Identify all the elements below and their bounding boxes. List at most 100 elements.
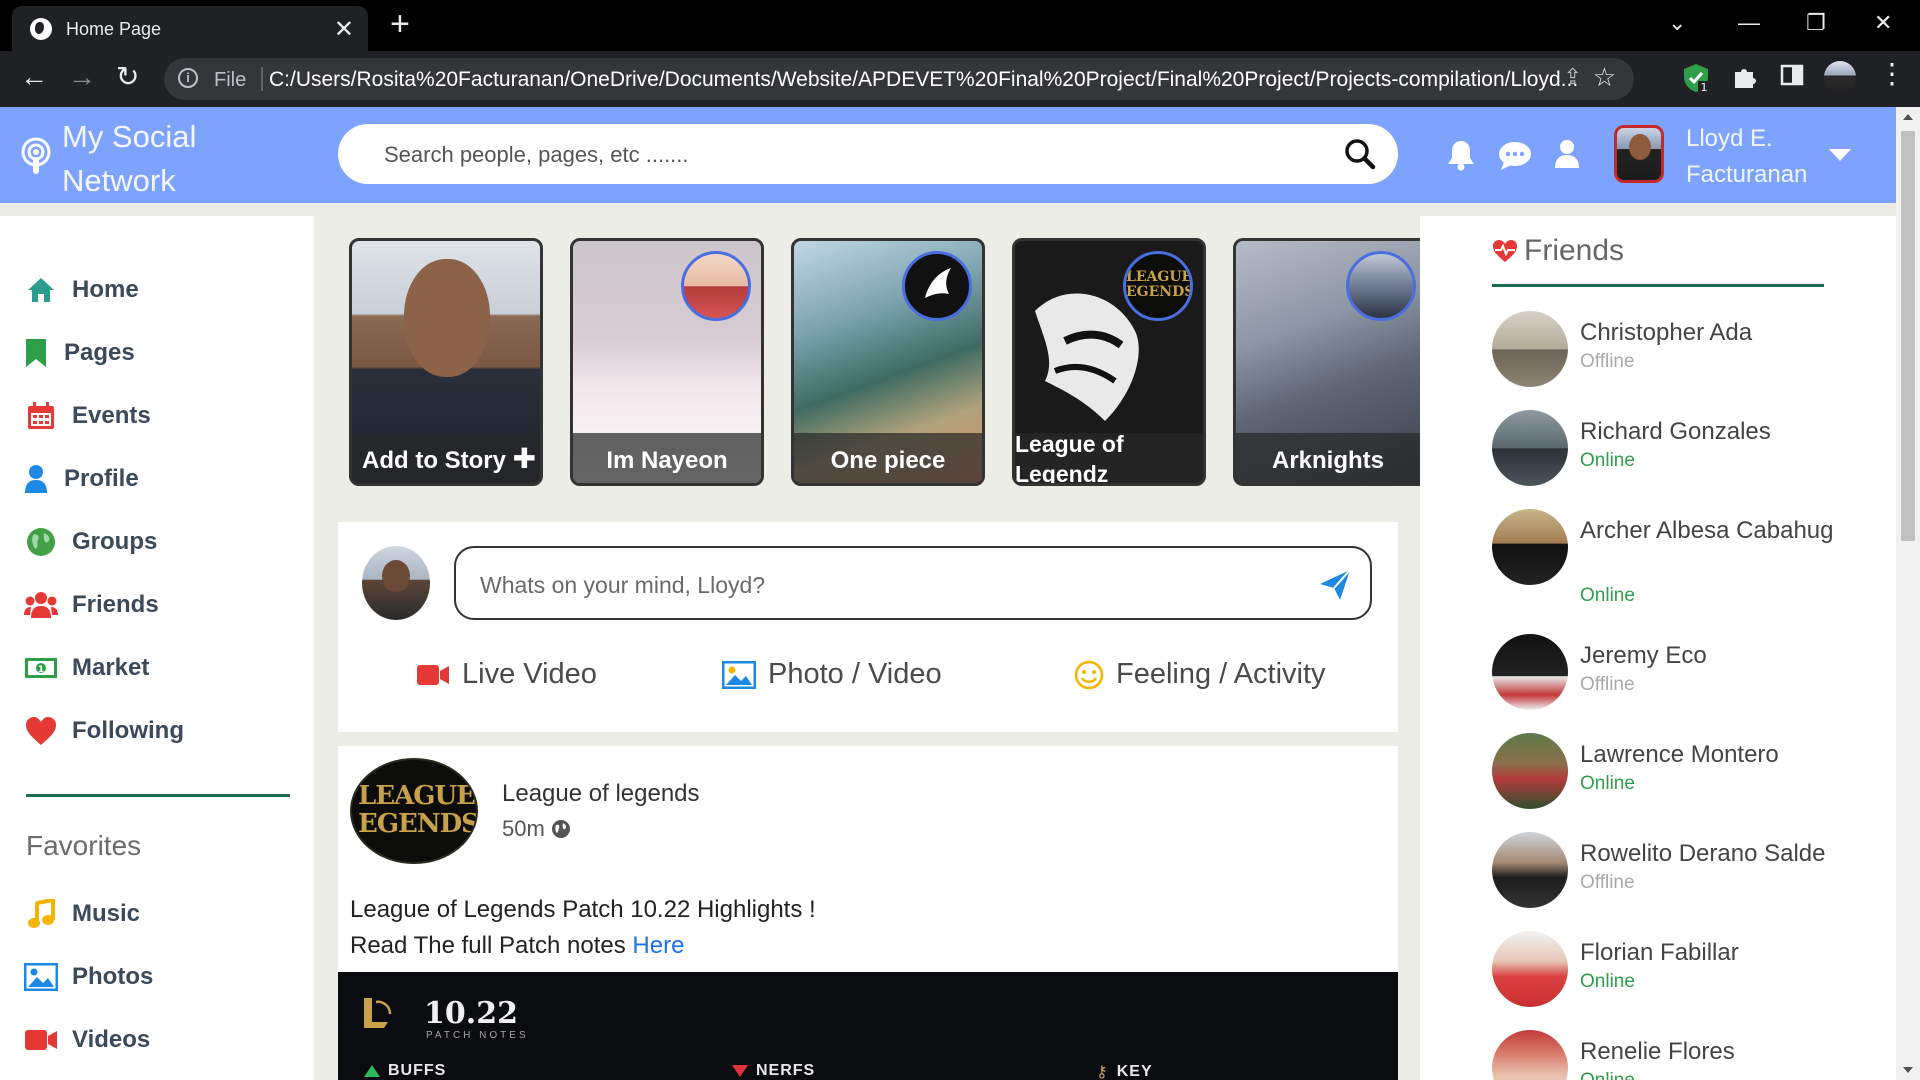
photo-video-button[interactable]: Photo / Video bbox=[722, 658, 942, 691]
site-header: My Social Network Search people, pages, … bbox=[0, 107, 1896, 203]
friends-title-text: Friends bbox=[1524, 234, 1625, 267]
extensions-puzzle-icon[interactable] bbox=[1732, 63, 1758, 94]
friends-divider bbox=[1492, 284, 1824, 287]
story-one-piece[interactable]: One piece bbox=[791, 238, 985, 486]
tab-search-icon[interactable]: ⌄ bbox=[1668, 10, 1686, 36]
side-panel-icon[interactable] bbox=[1780, 63, 1804, 92]
scrollbar-thumb[interactable] bbox=[1901, 131, 1915, 541]
brand-name[interactable]: My Social Network bbox=[62, 115, 222, 203]
send-icon[interactable] bbox=[1318, 568, 1352, 607]
page-scrollbar[interactable] bbox=[1896, 107, 1920, 1080]
post-author-avatar[interactable]: LEAGUE EGENDS bbox=[350, 758, 478, 864]
photo-video-label: Photo / Video bbox=[768, 658, 942, 690]
search-bar[interactable]: Search people, pages, etc ....... bbox=[338, 124, 1398, 184]
patch-subtitle: PATCH NOTES bbox=[426, 1030, 529, 1041]
minimize-icon[interactable]: — bbox=[1738, 10, 1760, 36]
sidebar-item-label: Pages bbox=[64, 339, 135, 366]
live-video-button[interactable]: Live Video bbox=[416, 658, 597, 691]
sidebar-item-events[interactable]: Events bbox=[24, 396, 151, 436]
share-icon[interactable]: ⇪ bbox=[1564, 64, 1582, 90]
public-globe-icon bbox=[551, 819, 571, 839]
post-body: League of Legends Patch 10.22 Highlights… bbox=[350, 892, 816, 964]
friend-avatar bbox=[1492, 509, 1568, 585]
feeling-activity-button[interactable]: Feeling / Activity bbox=[1074, 658, 1326, 691]
restore-icon[interactable]: ❐ bbox=[1806, 10, 1826, 36]
user-icon[interactable] bbox=[1554, 139, 1580, 174]
patch-notes-banner[interactable]: 10.22 PATCH NOTES BUFFS NERFS ⚷ KEY bbox=[338, 972, 1398, 1080]
new-tab-icon[interactable]: + bbox=[390, 6, 410, 42]
sidebar-item-videos[interactable]: Videos bbox=[24, 1020, 150, 1060]
story-label: League of Legendz bbox=[1015, 431, 1124, 486]
friend-name: Renelie Flores bbox=[1580, 1038, 1735, 1065]
sidebar-item-pages[interactable]: Pages bbox=[24, 333, 135, 373]
story-label: One piece bbox=[830, 447, 946, 474]
video-camera-icon bbox=[416, 663, 450, 687]
friend-name: Jeremy Eco bbox=[1580, 642, 1707, 669]
story-league[interactable]: LEAGUE EGENDS League of Legendz bbox=[1012, 238, 1206, 486]
friend-status: Offline bbox=[1580, 872, 1635, 893]
search-input[interactable]: Search people, pages, etc ....... bbox=[384, 142, 689, 168]
post-text-line2: Read The full Patch notes Here bbox=[350, 932, 685, 959]
user-avatar[interactable] bbox=[1614, 125, 1664, 183]
friends-title: Friends bbox=[1492, 234, 1624, 268]
story-avatar bbox=[681, 251, 751, 321]
address-separator bbox=[261, 67, 263, 91]
sidebar-item-market[interactable]: 1 Market bbox=[24, 648, 149, 688]
heartbeat-icon bbox=[1492, 239, 1518, 263]
search-icon[interactable] bbox=[1344, 138, 1376, 170]
status-input[interactable]: Whats on your mind, Lloyd? bbox=[454, 546, 1372, 620]
friend-avatar bbox=[1492, 410, 1568, 486]
sidebar-item-friends[interactable]: Friends bbox=[24, 585, 159, 625]
image-icon bbox=[722, 660, 756, 689]
browser-tab[interactable]: Home Page ✕ bbox=[12, 6, 368, 51]
story-avatar: LEAGUE EGENDS bbox=[1123, 251, 1193, 321]
user-name[interactable]: Lloyd E. Facturanan bbox=[1686, 121, 1826, 193]
friend-name: Florian Fabillar bbox=[1580, 939, 1739, 966]
smile-icon bbox=[1074, 660, 1104, 690]
scroll-down-icon[interactable] bbox=[1903, 1067, 1913, 1073]
reload-icon[interactable]: ↻ bbox=[116, 62, 139, 92]
story-add[interactable]: Add to Story ✚ bbox=[349, 238, 543, 486]
sidebar-item-label: Groups bbox=[72, 528, 158, 555]
globe-icon bbox=[30, 18, 52, 40]
sidebar-item-music[interactable]: Music bbox=[24, 894, 140, 934]
post-composer: Whats on your mind, Lloyd? Live Video Ph… bbox=[338, 522, 1398, 732]
chevron-down-icon[interactable] bbox=[1829, 149, 1851, 161]
composer-avatar bbox=[362, 546, 430, 620]
story-avatar bbox=[1346, 251, 1416, 321]
live-video-label: Live Video bbox=[462, 658, 597, 690]
sidebar-item-home[interactable]: Home bbox=[24, 270, 139, 310]
sidebar-item-groups[interactable]: Groups bbox=[24, 522, 157, 562]
chat-icon[interactable] bbox=[1498, 141, 1532, 176]
bookmark-star-icon[interactable]: ☆ bbox=[1593, 62, 1616, 93]
menu-kebab-icon[interactable]: ⋮ bbox=[1878, 59, 1906, 89]
svg-text:1: 1 bbox=[38, 665, 44, 675]
back-icon[interactable]: ← bbox=[20, 62, 48, 92]
story-arknights[interactable]: Arknights bbox=[1233, 238, 1420, 486]
friend-status: Online bbox=[1580, 1070, 1635, 1080]
bell-icon[interactable] bbox=[1446, 139, 1476, 176]
story-nayeon[interactable]: Im Nayeon bbox=[570, 238, 764, 486]
podcast-logo-icon[interactable] bbox=[20, 137, 52, 175]
info-icon[interactable]: i bbox=[178, 68, 198, 88]
url-text[interactable]: C:/Users/Rosita%20Facturanan/OneDrive/Do… bbox=[269, 68, 1578, 92]
buffs-label: BUFFS bbox=[364, 1062, 446, 1080]
sidebar-item-profile[interactable]: Profile bbox=[24, 459, 139, 499]
window-close-icon[interactable]: ✕ bbox=[1874, 10, 1892, 36]
story-label: Arknights bbox=[1271, 447, 1384, 474]
post-author-name[interactable]: League of legends bbox=[502, 780, 700, 808]
sidebar-item-label: Events bbox=[72, 402, 151, 429]
extension-badge: 1 bbox=[1701, 81, 1708, 93]
key-icon: ⚷ bbox=[1096, 1064, 1109, 1080]
address-bar[interactable]: i File C:/Users/Rosita%20Facturanan/OneD… bbox=[164, 58, 1634, 100]
shield-extension-icon[interactable]: 1 bbox=[1682, 63, 1710, 98]
forward-icon[interactable]: → bbox=[68, 62, 96, 92]
profile-avatar-icon[interactable] bbox=[1824, 61, 1856, 93]
story-label: Add to Story ✚ bbox=[362, 443, 537, 474]
key-label: ⚷ KEY bbox=[1096, 1063, 1153, 1080]
scroll-up-icon[interactable] bbox=[1903, 114, 1913, 120]
patch-notes-link[interactable]: Here bbox=[632, 932, 684, 959]
sidebar-item-following[interactable]: Following bbox=[24, 711, 184, 751]
close-tab-icon[interactable]: ✕ bbox=[334, 15, 354, 44]
sidebar-item-photos[interactable]: Photos bbox=[24, 957, 153, 997]
